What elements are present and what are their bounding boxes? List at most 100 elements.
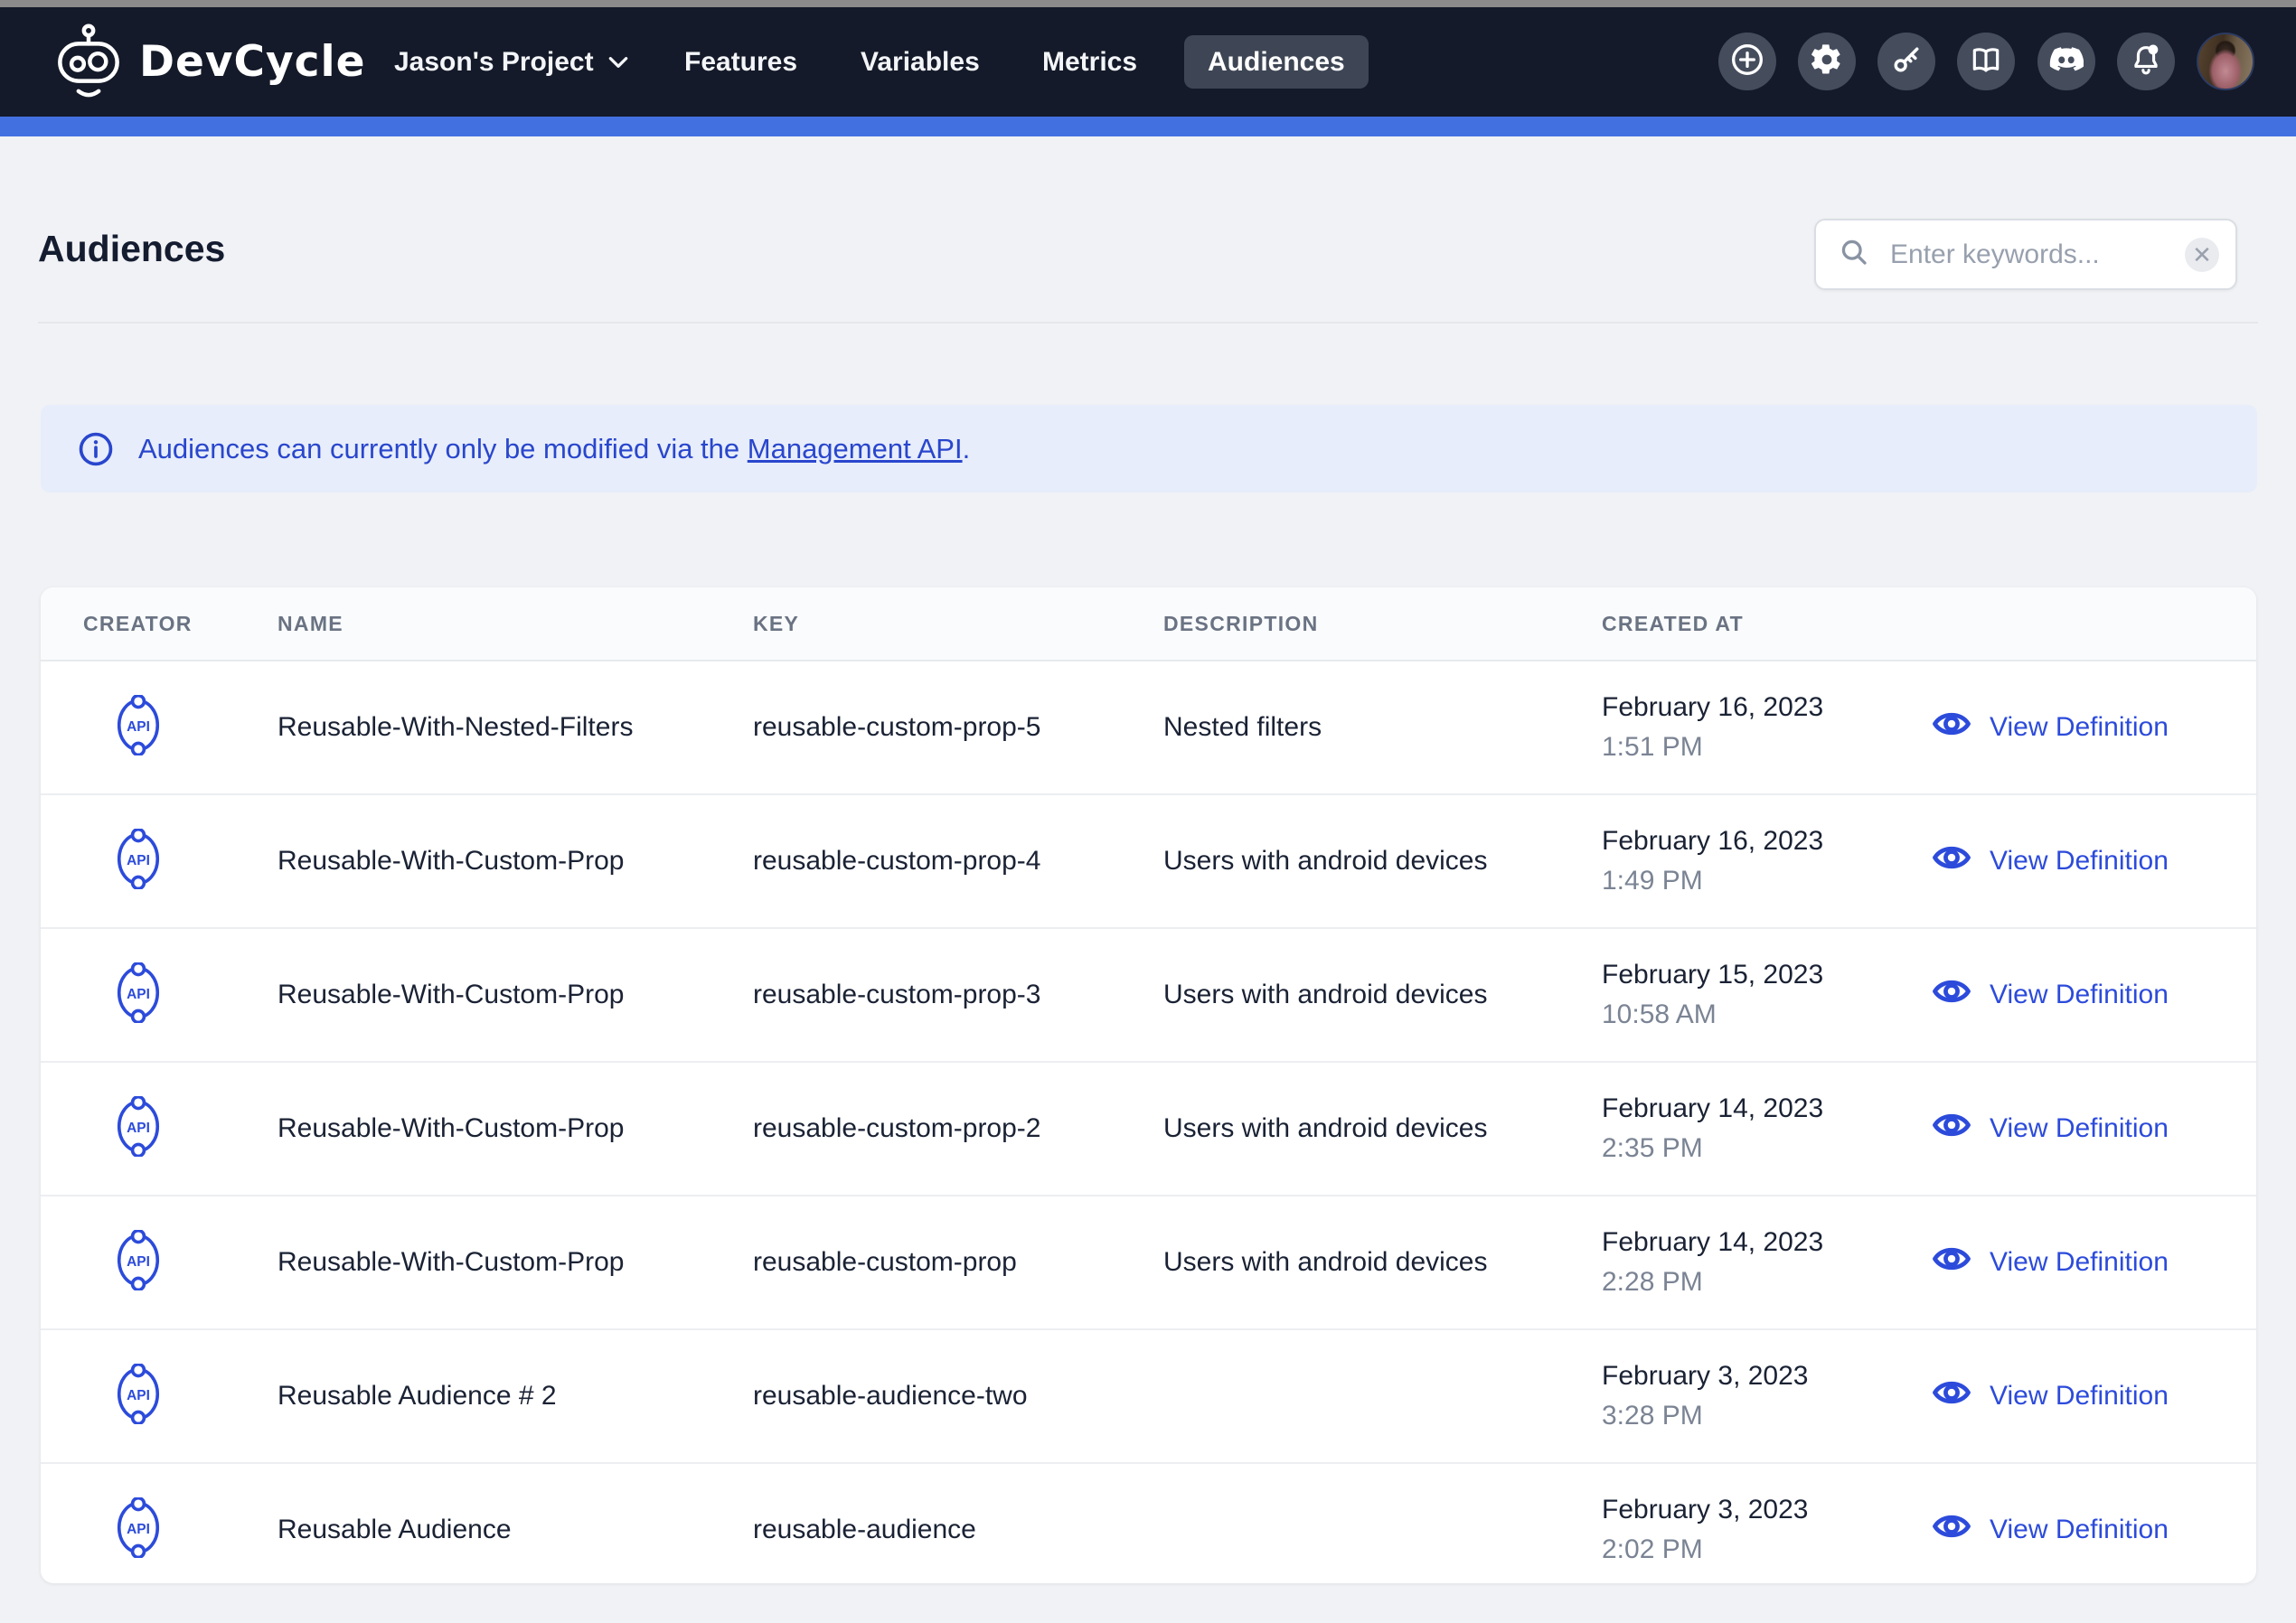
project-selector[interactable]: Jason's Project: [394, 7, 630, 117]
name-cell: Reusable Audience # 2: [278, 1381, 753, 1412]
accent-strip: [0, 117, 2296, 136]
created-date: February 15, 2023: [1602, 955, 1932, 995]
eye-icon: [1932, 1508, 1971, 1552]
api-creator-icon: API: [115, 829, 162, 894]
settings-gear-icon: [1811, 43, 1843, 80]
created-at-cell: February 3, 2023 2:02 PM: [1602, 1490, 1932, 1570]
created-at-cell: February 16, 2023 1:51 PM: [1602, 688, 1932, 767]
management-api-link[interactable]: Management API: [748, 433, 963, 464]
created-time: 1:51 PM: [1602, 727, 1932, 767]
eye-icon: [1932, 1107, 1971, 1150]
docs-book-icon: [1969, 42, 2003, 81]
nav-link-features[interactable]: Features: [684, 7, 797, 117]
notifications-bell-icon: [2129, 42, 2163, 81]
svg-text:API: API: [127, 1121, 150, 1136]
notifications-button[interactable]: [2117, 33, 2175, 90]
view-definition-link[interactable]: View Definition: [1932, 706, 2256, 749]
creator-cell: API: [41, 1497, 278, 1562]
name-cell: Reusable-With-Custom-Prop: [278, 980, 753, 1010]
window-top-edge: [0, 0, 2296, 7]
search-clear-button[interactable]: ✕: [2185, 238, 2219, 272]
banner-text: Audiences can currently only be modified…: [138, 433, 970, 465]
created-time: 3:28 PM: [1602, 1396, 1932, 1436]
api-creator-icon: API: [115, 962, 162, 1027]
docs-button[interactable]: [1957, 33, 2015, 90]
view-definition-label: View Definition: [1990, 1515, 2169, 1545]
add-button[interactable]: [1718, 33, 1776, 90]
created-time: 2:28 PM: [1602, 1262, 1932, 1302]
nav-link-variables[interactable]: Variables: [861, 7, 980, 117]
user-avatar[interactable]: [2197, 33, 2254, 90]
name-cell: Reusable-With-Custom-Prop: [278, 846, 753, 877]
name-cell: Reusable Audience: [278, 1515, 753, 1545]
brand-logo[interactable]: DevCycle: [54, 7, 366, 117]
banner-text-prefix: Audiences can currently only be modified…: [138, 433, 748, 464]
title-divider: [38, 322, 2258, 324]
view-definition-link[interactable]: View Definition: [1932, 1107, 2256, 1150]
column-header-key: Key: [753, 612, 1163, 636]
view-definition-label: View Definition: [1990, 980, 2169, 1010]
name-cell: Reusable-With-Custom-Prop: [278, 1113, 753, 1144]
key-cell: reusable-custom-prop-5: [753, 712, 1163, 743]
table-row: API Reusable-With-Custom-Prop reusable-c…: [41, 1196, 2256, 1330]
eye-icon: [1932, 1374, 1971, 1418]
discord-button[interactable]: [2037, 33, 2095, 90]
api-creator-icon: API: [115, 1497, 162, 1562]
key-cell: reusable-audience-two: [753, 1381, 1163, 1412]
key-cell: reusable-audience: [753, 1515, 1163, 1545]
brand-name: DevCycle: [139, 37, 366, 87]
page-title: Audiences: [38, 228, 225, 270]
api-keys-button[interactable]: [1877, 33, 1935, 90]
search-icon: [1838, 236, 1870, 273]
created-at-cell: February 14, 2023 2:28 PM: [1602, 1223, 1932, 1302]
view-definition-link[interactable]: View Definition: [1932, 1374, 2256, 1418]
key-cell: reusable-custom-prop-2: [753, 1113, 1163, 1144]
view-definition-link[interactable]: View Definition: [1932, 1241, 2256, 1284]
table-header-row: Creator Name Key Description Created At: [41, 587, 2256, 661]
banner-text-suffix: .: [963, 433, 971, 464]
creator-cell: API: [41, 1230, 278, 1295]
table-row: API Reusable-With-Custom-Prop reusable-c…: [41, 1063, 2256, 1196]
table-row: API Reusable-With-Custom-Prop reusable-c…: [41, 929, 2256, 1063]
view-definition-link[interactable]: View Definition: [1932, 840, 2256, 883]
view-definition-link[interactable]: View Definition: [1932, 973, 2256, 1017]
created-at-cell: February 16, 2023 1:49 PM: [1602, 821, 1932, 901]
api-creator-icon: API: [115, 695, 162, 760]
creator-cell: API: [41, 1364, 278, 1429]
description-cell: Users with android devices: [1163, 846, 1602, 877]
settings-button[interactable]: [1798, 33, 1856, 90]
search-input[interactable]: [1888, 239, 2185, 271]
table-row: API Reusable-With-Custom-Prop reusable-c…: [41, 795, 2256, 929]
add-icon: [1729, 42, 1765, 82]
view-definition-label: View Definition: [1990, 1247, 2169, 1278]
search-box: ✕: [1814, 219, 2237, 290]
nav-link-audiences-active[interactable]: Audiences: [1184, 35, 1369, 89]
description-cell: Users with android devices: [1163, 1247, 1602, 1278]
api-creator-icon: API: [115, 1364, 162, 1429]
eye-icon: [1932, 973, 1971, 1017]
top-nav: DevCycle Jason's Project Features Variab…: [0, 7, 2296, 117]
column-header-creator: Creator: [41, 612, 278, 636]
description-cell: Users with android devices: [1163, 980, 1602, 1010]
audiences-table: Creator Name Key Description Created At …: [41, 587, 2256, 1583]
devcycle-robot-icon: [54, 23, 123, 101]
created-time: 1:49 PM: [1602, 861, 1932, 901]
api-creator-icon: API: [115, 1230, 162, 1295]
info-icon: [77, 430, 115, 468]
column-header-created-at: Created At: [1602, 612, 1932, 636]
table-row: API Reusable Audience # 2 reusable-audie…: [41, 1330, 2256, 1464]
created-date: February 14, 2023: [1602, 1089, 1932, 1129]
view-definition-label: View Definition: [1990, 1113, 2169, 1144]
name-cell: Reusable-With-Custom-Prop: [278, 1247, 753, 1278]
created-date: February 3, 2023: [1602, 1490, 1932, 1530]
description-cell: Nested filters: [1163, 712, 1602, 743]
view-definition-link[interactable]: View Definition: [1932, 1508, 2256, 1552]
created-at-cell: February 15, 2023 10:58 AM: [1602, 955, 1932, 1035]
discord-icon: [2049, 42, 2084, 81]
nav-link-metrics[interactable]: Metrics: [1042, 7, 1137, 117]
key-cell: reusable-custom-prop: [753, 1247, 1163, 1278]
description-cell: Users with android devices: [1163, 1113, 1602, 1144]
info-banner: Audiences can currently only be modified…: [41, 405, 2257, 493]
name-cell: Reusable-With-Nested-Filters: [278, 712, 753, 743]
creator-cell: API: [41, 829, 278, 894]
